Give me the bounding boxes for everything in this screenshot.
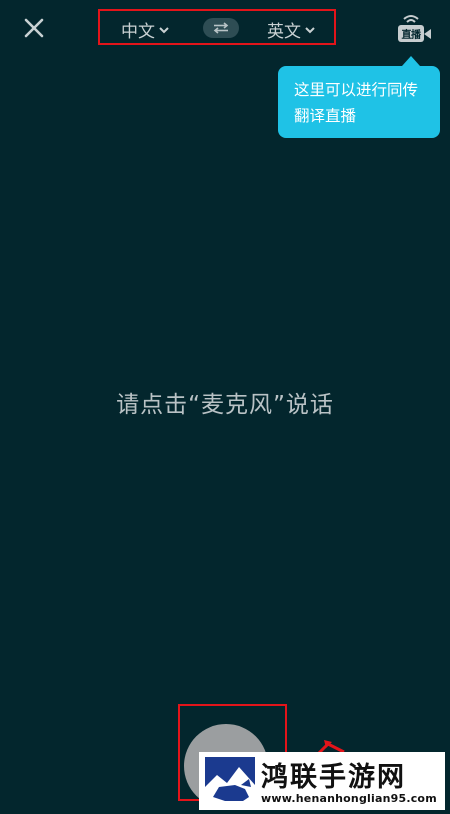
watermark-title: 鸿联手游网 bbox=[261, 762, 406, 793]
target-language-label: 英文 bbox=[267, 22, 301, 42]
source-language-dropdown[interactable]: 中文 bbox=[121, 17, 169, 42]
chevron-down-icon bbox=[305, 27, 315, 34]
live-translation-tooltip: 这里可以进行同传 翻译直播 bbox=[278, 56, 440, 138]
watermark: 鸿联手游网 www.henanhonglian95.com bbox=[199, 752, 445, 810]
target-language-dropdown[interactable]: 英文 bbox=[267, 17, 315, 42]
camera-icon: 直播 bbox=[398, 25, 424, 42]
swap-languages-button[interactable] bbox=[203, 18, 239, 38]
language-selector: 中文 英文 bbox=[98, 9, 336, 45]
tooltip-line-1: 这里可以进行同传 bbox=[294, 81, 419, 99]
camera-lens-icon bbox=[424, 29, 431, 39]
close-icon bbox=[24, 18, 44, 38]
source-language-label: 中文 bbox=[121, 22, 155, 42]
speak-prompt: 请点击“麦克风”说话 bbox=[116, 392, 334, 418]
tooltip-line-2: 翻译直播 bbox=[294, 107, 357, 125]
signal-icon bbox=[403, 15, 419, 23]
close-button[interactable] bbox=[20, 14, 48, 42]
live-broadcast-button[interactable]: 直播 bbox=[396, 12, 432, 44]
watermark-url: www.henanhonglian95.com bbox=[261, 792, 437, 805]
chevron-down-icon bbox=[159, 27, 169, 34]
swap-icon bbox=[213, 22, 229, 34]
live-label: 直播 bbox=[401, 30, 422, 41]
bull-logo-icon bbox=[205, 757, 255, 805]
